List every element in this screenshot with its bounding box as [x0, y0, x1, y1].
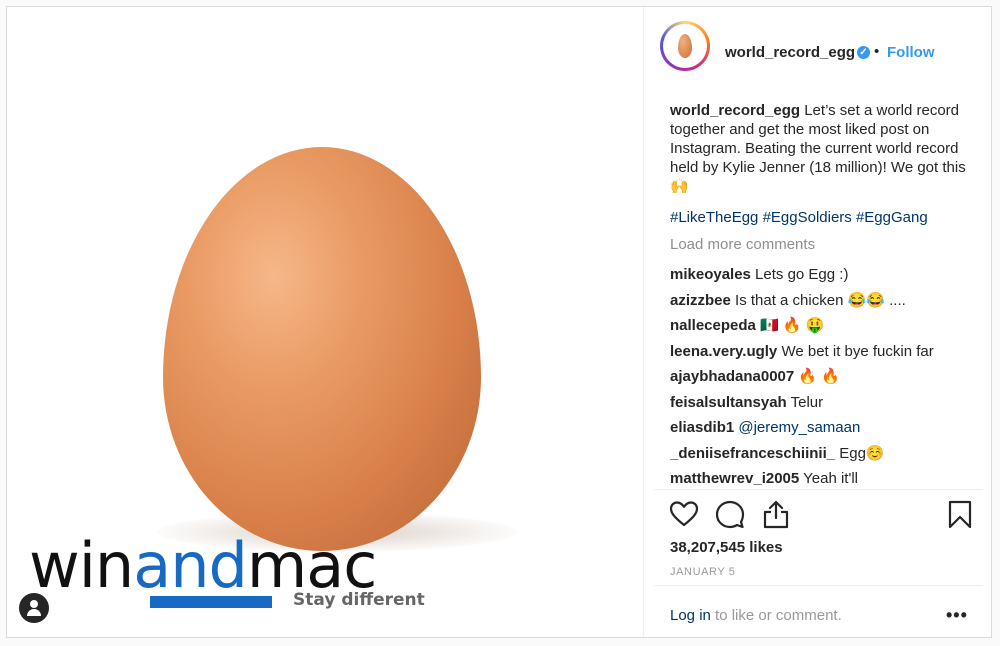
egg-image	[163, 147, 481, 551]
comment-username[interactable]: nallecepeda	[670, 317, 756, 334]
follow-button[interactable]: Follow	[887, 44, 935, 61]
caption-hashtags[interactable]: #LikeTheEgg #EggSoldiers #EggGang	[670, 208, 982, 227]
comment-item: leena.very.ugly We bet it bye fuckin far	[670, 342, 982, 361]
comment-item: mikeoyales Lets go Egg :)	[670, 265, 982, 284]
comment-text: We bet it bye fuckin far	[777, 342, 934, 360]
comment-username[interactable]: leena.very.ugly	[670, 343, 777, 360]
verified-badge-icon: ✓	[857, 46, 870, 59]
comment-mention-link[interactable]: @jeremy_samaan	[734, 419, 860, 436]
comment-text: Yeah it'll	[799, 470, 858, 487]
watermark-and: and	[133, 529, 248, 602]
post-photo[interactable]: winandmac Stay different	[7, 7, 643, 637]
post-header: world_record_egg ✓ • Follow	[644, 7, 993, 87]
likes-count[interactable]: 38,207,545 likes	[670, 539, 783, 556]
comment-username[interactable]: ajaybhadana0007	[670, 368, 794, 385]
comment-item: feisalsultansyah Telur	[670, 393, 982, 412]
avatar-egg-icon	[678, 34, 692, 58]
action-bar	[660, 497, 982, 533]
comment-item: nallecepeda 🇲🇽 🔥 🤑	[670, 316, 982, 335]
login-prompt-text: to like or comment.	[710, 607, 842, 624]
watermark-win: win	[29, 529, 134, 602]
user-tag-icon[interactable]	[19, 593, 49, 623]
comments-list[interactable]: world_record_egg Let’s set a world recor…	[670, 101, 982, 489]
comment-text: Is that a chicken 😂😂 ....	[730, 291, 906, 309]
comment-username[interactable]: matthewrev_i2005	[670, 470, 799, 487]
post-sidebar: world_record_egg ✓ • Follow world_record…	[644, 7, 993, 637]
comment-item: _deniisefranceschiinii_ Egg☺️	[670, 444, 982, 463]
more-options-button[interactable]: •••	[946, 605, 968, 626]
comment-item: azizzbee Is that a chicken 😂😂 ....	[670, 291, 982, 310]
comment-icon[interactable]	[715, 497, 745, 531]
share-icon[interactable]	[761, 497, 791, 531]
heart-icon[interactable]	[669, 497, 699, 531]
post-dialog: winandmac Stay different world_record_eg…	[6, 6, 992, 638]
caption-username[interactable]: world_record_egg	[670, 102, 800, 119]
watermark-bar	[150, 596, 272, 608]
comment-username[interactable]: azizzbee	[670, 292, 731, 309]
header-separator: •	[874, 43, 880, 60]
watermark-tagline: Stay different	[293, 590, 425, 610]
post-caption: world_record_egg Let’s set a world recor…	[670, 101, 982, 196]
comment-text: Telur	[786, 393, 824, 411]
comment-username[interactable]: mikeoyales	[670, 266, 751, 283]
comment-text: Lets go Egg :)	[750, 266, 849, 283]
comment-username[interactable]: feisalsultansyah	[670, 394, 787, 411]
comment-text: Egg☺️	[835, 444, 885, 462]
comment-item: eliasdib1 @jeremy_samaan	[670, 418, 982, 437]
comment-item: ajaybhadana0007 🔥 🔥	[670, 367, 982, 386]
post-date: JANUARY 5	[670, 566, 736, 578]
login-link[interactable]: Log in	[670, 607, 711, 624]
section-divider	[654, 585, 983, 586]
login-prompt: Log in to like or comment.	[670, 607, 842, 624]
comment-item: matthewrev_i2005 Yeah it'll	[670, 469, 982, 488]
comment-text: 🇲🇽 🔥 🤑	[755, 317, 825, 334]
comment-username[interactable]: eliasdib1	[670, 419, 734, 436]
comment-text: 🔥 🔥	[794, 368, 840, 385]
bookmark-icon[interactable]	[945, 497, 975, 531]
load-more-comments-button[interactable]: Load more comments	[670, 235, 982, 254]
comment-username[interactable]: _deniisefranceschiinii_	[670, 445, 835, 462]
avatar[interactable]	[660, 21, 710, 71]
header-username[interactable]: world_record_egg	[725, 44, 855, 61]
section-divider	[654, 489, 983, 490]
